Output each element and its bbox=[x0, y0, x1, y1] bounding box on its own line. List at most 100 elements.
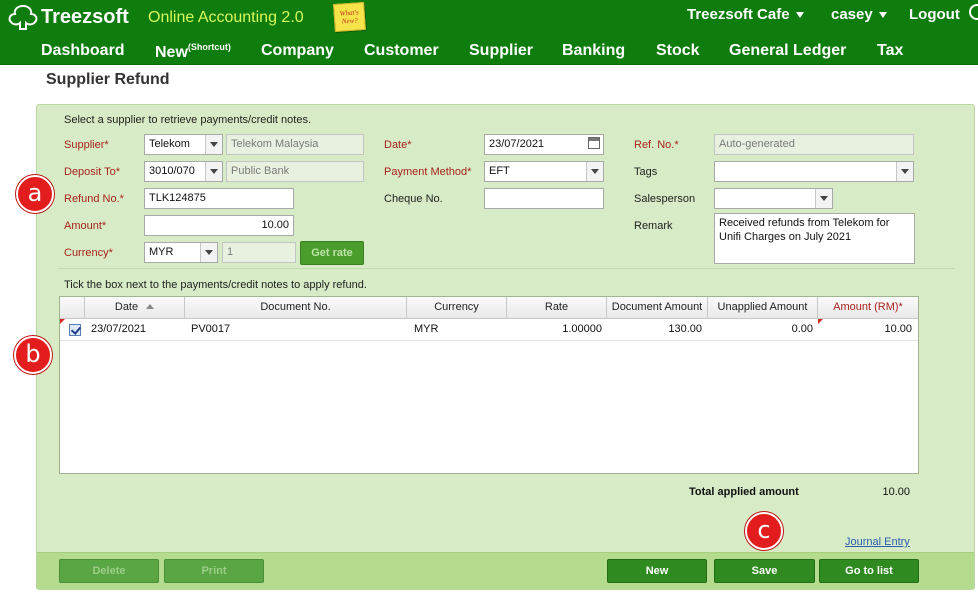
column-header-unapplied-amount[interactable]: Unapplied Amount bbox=[708, 297, 818, 318]
table-row[interactable]: 23/07/2021 PV0017 MYR 1.00000 130.00 0.0… bbox=[60, 319, 918, 341]
nav-dashboard[interactable]: Dashboard bbox=[41, 42, 125, 60]
date-value: 23/07/2021 bbox=[489, 138, 545, 150]
ref-no-field: Auto-generated bbox=[714, 134, 914, 155]
supplier-code: Telekom bbox=[149, 138, 190, 150]
salesperson-label: Salesperson bbox=[634, 193, 696, 205]
logout-link[interactable]: Logout bbox=[909, 6, 960, 23]
deposit-to-select[interactable]: 3010/070 bbox=[144, 161, 223, 182]
tags-select[interactable] bbox=[714, 161, 914, 182]
chevron-down-icon[interactable] bbox=[815, 189, 832, 208]
refund-no-input[interactable]: TLK124875 bbox=[144, 188, 294, 209]
nav-supplier[interactable]: Supplier bbox=[469, 42, 533, 60]
page-title: Supplier Refund bbox=[46, 71, 170, 88]
payment-method-label: Payment Method* bbox=[384, 166, 472, 178]
supplier-name-field: Telekom Malaysia bbox=[226, 134, 364, 155]
chevron-down-icon[interactable] bbox=[200, 243, 217, 262]
nav-banking[interactable]: Banking bbox=[562, 42, 625, 60]
column-header-rate[interactable]: Rate bbox=[507, 297, 607, 318]
cell-document-no: PV0017 bbox=[191, 323, 231, 335]
deposit-code: 3010/070 bbox=[149, 165, 195, 177]
logo[interactable]: Treezsoft bbox=[6, 3, 129, 31]
tags-label: Tags bbox=[634, 166, 658, 178]
date-input[interactable]: 23/07/2021 bbox=[484, 134, 604, 155]
edited-marker bbox=[60, 319, 65, 324]
chevron-down-icon[interactable] bbox=[205, 135, 222, 154]
ref-no-label: Ref. No.* bbox=[634, 139, 679, 151]
column-header-document-amount[interactable]: Document Amount bbox=[607, 297, 708, 318]
app-name: Online Accounting 2.0 bbox=[148, 9, 304, 26]
remark-label: Remark bbox=[634, 220, 673, 232]
power-icon[interactable] bbox=[969, 4, 978, 20]
get-rate-button[interactable]: Get rate bbox=[300, 241, 364, 265]
calendar-icon[interactable] bbox=[588, 137, 600, 149]
section-divider bbox=[58, 268, 955, 269]
payment-method-value: EFT bbox=[489, 165, 510, 177]
total-applied-label: Total applied amount bbox=[689, 486, 799, 498]
nav-stock[interactable]: Stock bbox=[656, 42, 700, 60]
salesperson-select[interactable] bbox=[714, 188, 833, 209]
chevron-down-icon[interactable] bbox=[205, 162, 222, 181]
new-button[interactable]: New bbox=[607, 559, 707, 583]
column-header-currency[interactable]: Currency bbox=[407, 297, 507, 318]
delete-button[interactable]: Delete bbox=[59, 559, 159, 583]
amount-input[interactable]: 10.00 bbox=[144, 215, 294, 236]
user-menu[interactable]: casey bbox=[831, 6, 887, 23]
cell-unapplied-amount: 0.00 bbox=[791, 323, 813, 335]
save-button[interactable]: Save bbox=[714, 559, 815, 583]
column-header-date-label: Date bbox=[114, 301, 139, 313]
payment-method-select[interactable]: EFT bbox=[484, 161, 604, 182]
nav-new[interactable]: New(Shortcut) bbox=[155, 42, 231, 62]
column-header-document-no[interactable]: Document No. bbox=[185, 297, 407, 318]
nav-customer[interactable]: Customer bbox=[364, 42, 439, 60]
cell-document-amount: 130.00 bbox=[668, 323, 702, 335]
grid-instruction: Tick the box next to the payments/credit… bbox=[64, 279, 367, 291]
annotation-marker-b: b bbox=[14, 336, 52, 374]
currency-value: MYR bbox=[149, 246, 174, 258]
tree-logo-icon bbox=[8, 4, 38, 30]
nav-general-ledger[interactable]: General Ledger bbox=[729, 42, 846, 60]
chevron-down-icon[interactable] bbox=[896, 162, 913, 181]
company-name: Treezsoft Cafe bbox=[687, 6, 790, 23]
row-select-checkbox[interactable] bbox=[69, 324, 81, 336]
nav-new-label: New bbox=[155, 44, 188, 61]
company-menu[interactable]: Treezsoft Cafe bbox=[687, 6, 804, 23]
column-header-date[interactable]: Date bbox=[85, 297, 185, 318]
annotation-marker-a: a bbox=[16, 175, 54, 213]
form-instruction: Select a supplier to retrieve payments/c… bbox=[64, 114, 312, 126]
supplier-label: Supplier* bbox=[64, 139, 109, 151]
column-header-amount[interactable]: Amount (RM)* bbox=[818, 297, 918, 318]
nav-company[interactable]: Company bbox=[261, 42, 334, 60]
cheque-no-label: Cheque No. bbox=[384, 193, 443, 205]
date-label: Date* bbox=[384, 139, 412, 151]
rate-field: 1 bbox=[222, 242, 296, 263]
remark-textarea[interactable]: Received refunds from Telekom for Unifi … bbox=[714, 213, 915, 264]
sort-ascending-icon bbox=[146, 304, 155, 309]
top-bar: Treezsoft Online Accounting 2.0 What's N… bbox=[0, 0, 978, 36]
grid-header: Date Document No. Currency Rate Document… bbox=[60, 297, 918, 319]
annotation-marker-c: c bbox=[745, 512, 783, 550]
deposit-to-label: Deposit To* bbox=[64, 166, 121, 178]
currency-label: Currency* bbox=[64, 247, 113, 259]
cell-date: 23/07/2021 bbox=[91, 323, 147, 335]
journal-entry-link[interactable]: Journal Entry bbox=[845, 536, 910, 548]
payments-grid: Date Document No. Currency Rate Document… bbox=[59, 296, 919, 474]
whats-new-badge[interactable]: What's New? bbox=[333, 1, 366, 33]
chevron-down-icon[interactable] bbox=[586, 162, 603, 181]
cell-amount[interactable]: 10.00 bbox=[818, 319, 912, 340]
refund-no-label: Refund No.* bbox=[64, 193, 124, 205]
nav-tax[interactable]: Tax bbox=[877, 42, 903, 60]
print-button[interactable]: Print bbox=[164, 559, 264, 583]
logo-text: Treezsoft bbox=[41, 5, 129, 28]
supplier-select[interactable]: Telekom bbox=[144, 134, 223, 155]
chevron-down-icon bbox=[795, 11, 804, 18]
main-nav: Dashboard New(Shortcut) Company Customer… bbox=[0, 36, 978, 65]
select-column-header bbox=[60, 297, 85, 318]
go-to-list-button[interactable]: Go to list bbox=[819, 559, 919, 583]
cheque-no-input[interactable] bbox=[484, 188, 604, 209]
currency-select[interactable]: MYR bbox=[144, 242, 218, 263]
total-applied-value: 10.00 bbox=[882, 486, 910, 498]
cell-rate: 1.00000 bbox=[562, 323, 602, 335]
amount-label: Amount* bbox=[64, 220, 107, 232]
cell-currency: MYR bbox=[414, 323, 439, 335]
chevron-down-icon bbox=[878, 11, 887, 18]
